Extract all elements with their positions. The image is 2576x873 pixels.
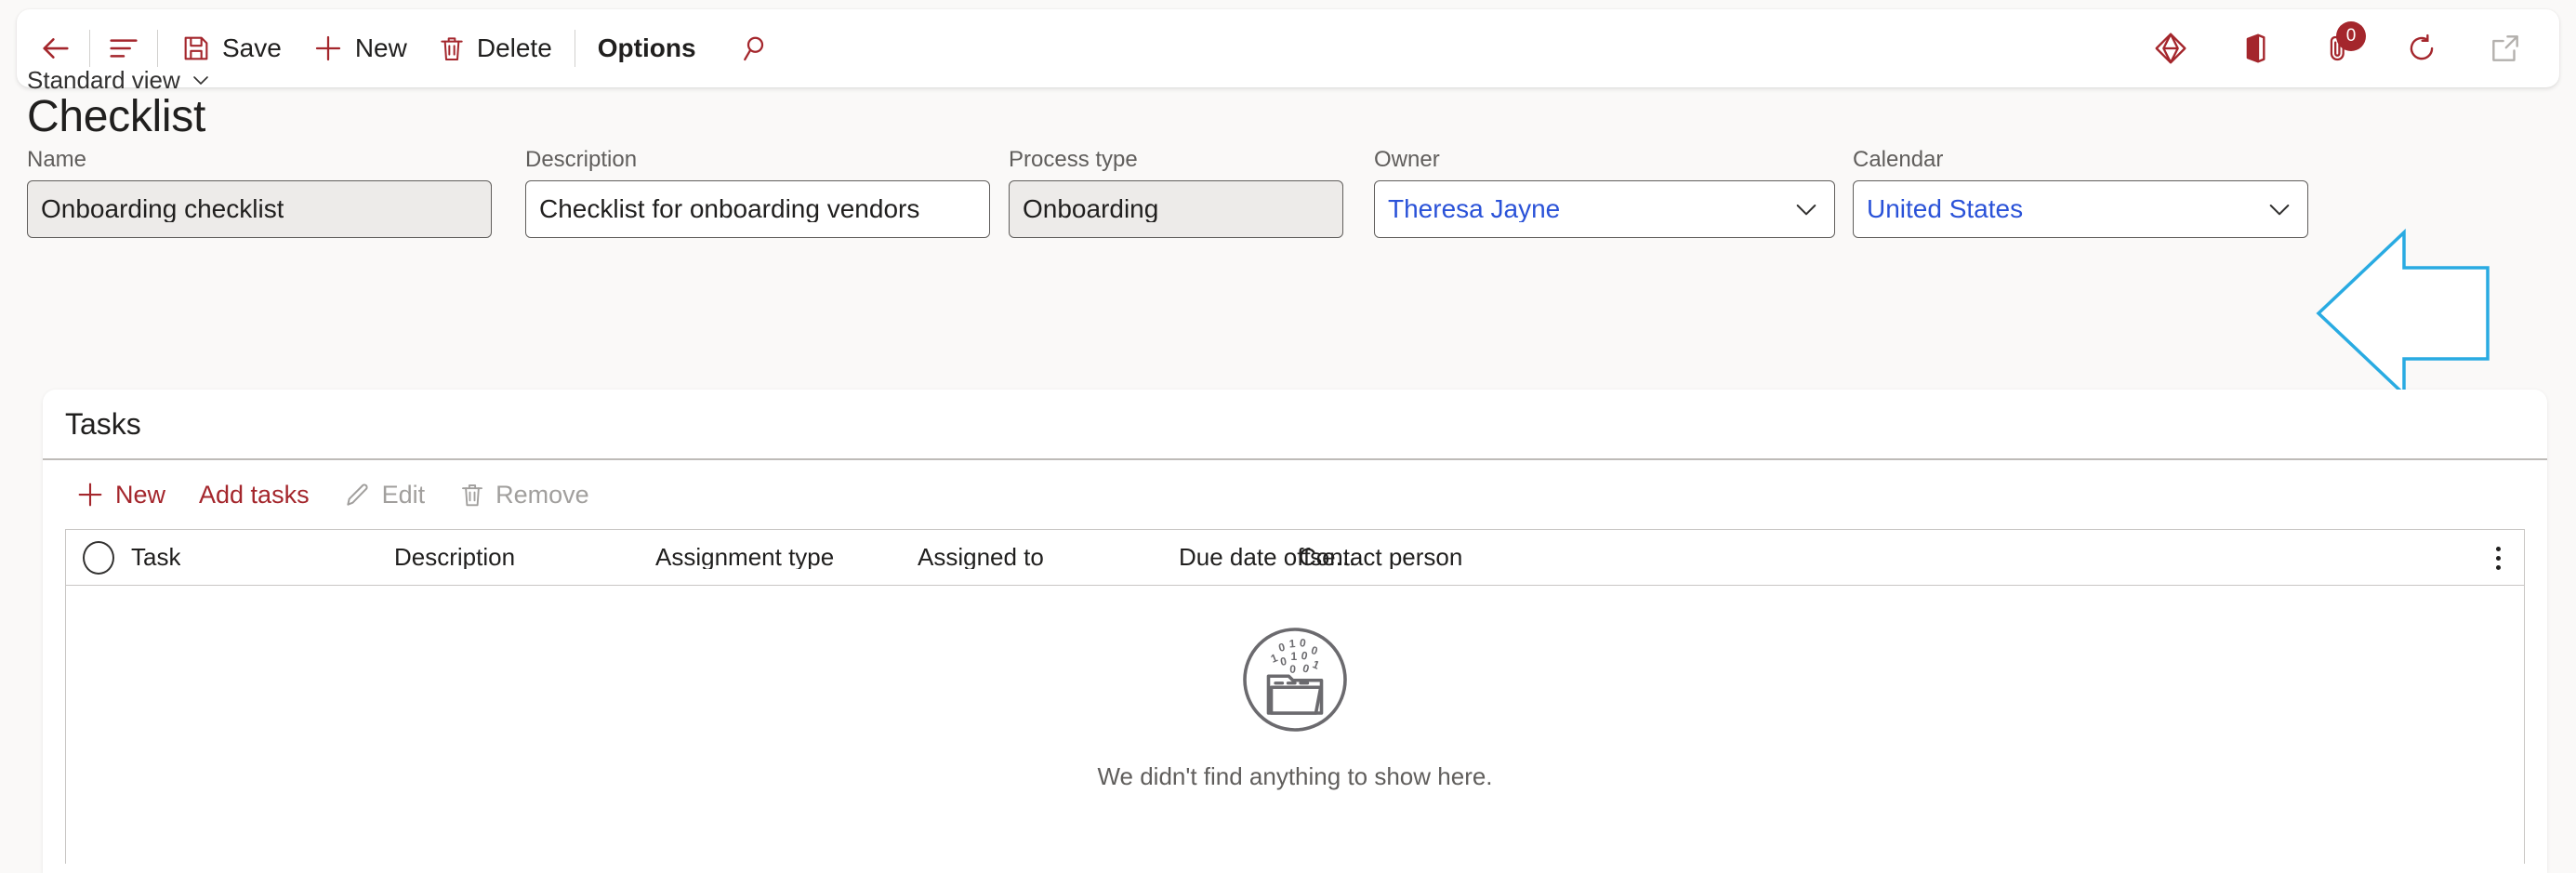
column-header-assigned-to[interactable]: Assigned to — [918, 545, 1044, 569]
open-in-new-window-icon[interactable] — [2479, 22, 2531, 74]
search-glyph — [743, 36, 763, 61]
chevron-down-icon[interactable] — [1782, 194, 1821, 224]
options-button[interactable]: Options — [583, 20, 711, 76]
command-bar: Save New Delete Options 0 — [17, 9, 2559, 87]
toolbar-divider-1 — [89, 30, 90, 67]
field-row: Name Onboarding checklist Description Ch… — [0, 149, 2576, 238]
owner-dropdown-value: Theresa Jayne — [1388, 196, 1561, 222]
calendar-dropdown-value: United States — [1867, 196, 2024, 222]
tasks-add-tasks-button-label: Add tasks — [199, 480, 310, 509]
office-app-launcher-icon[interactable] — [2228, 22, 2280, 74]
svg-text:1: 1 — [1291, 650, 1298, 663]
trash-icon — [437, 33, 467, 63]
empty-folder-binary-icon: 1 0 1 0 0 0 1 0 0 0 1 — [1225, 610, 1365, 749]
tasks-grid-empty-message: We didn't find anything to show here. — [1097, 762, 1493, 790]
more-options-icon[interactable] — [2485, 541, 2511, 575]
select-all-circle[interactable] — [83, 541, 114, 575]
svg-text:0: 0 — [1301, 661, 1312, 675]
back-arrow-glyph — [43, 38, 69, 59]
description-input-value: Checklist for onboarding vendors — [539, 196, 920, 222]
tasks-grid: Task Description Assignment type Assigne… — [65, 529, 2525, 864]
tasks-edit-button: Edit — [328, 469, 441, 521]
svg-text:0: 0 — [1289, 663, 1297, 676]
field-owner-label: Owner — [1374, 147, 1440, 172]
left-pointing-arrow-annotation — [2315, 216, 2538, 411]
name-input[interactable]: Onboarding checklist — [27, 180, 492, 238]
field-owner: Owner Theresa Jayne — [1374, 149, 1835, 238]
chevron-down-icon[interactable] — [2255, 194, 2294, 224]
dynamics-diamond-icon[interactable] — [2145, 22, 2197, 74]
owner-dropdown[interactable]: Theresa Jayne — [1374, 180, 1835, 238]
plus-icon — [311, 32, 345, 65]
svg-text:1: 1 — [1288, 637, 1296, 650]
more-options-dot — [2495, 564, 2501, 570]
delete-button-label: Delete — [476, 33, 552, 62]
refresh-glyph — [2410, 33, 2434, 60]
delete-button[interactable]: Delete — [422, 20, 567, 76]
command-bar-right-group: 0 — [2145, 9, 2539, 87]
tasks-panel: Tasks New Add tasks Edit Remove Task Des… — [43, 390, 2547, 873]
save-icon — [180, 33, 212, 64]
office-app-launcher-glyph — [2246, 33, 2266, 63]
tasks-toolbar: New Add tasks Edit Remove — [43, 460, 2547, 529]
description-input[interactable]: Checklist for onboarding vendors — [525, 180, 990, 238]
new-button[interactable]: New — [297, 20, 422, 76]
pencil-icon — [343, 480, 373, 509]
tasks-remove-button-label: Remove — [495, 480, 589, 509]
new-button-label: New — [354, 33, 407, 62]
more-options-dot — [2495, 555, 2501, 561]
trash-icon — [458, 481, 486, 509]
page-title: Checklist — [27, 92, 206, 141]
empty-folder-binary-glyph: 1 0 1 0 0 0 1 0 0 0 1 — [1243, 628, 1347, 732]
view-selector-label: Standard view — [27, 66, 180, 94]
tasks-new-button[interactable]: New — [59, 469, 180, 521]
field-calendar: Calendar United States — [1853, 149, 2308, 238]
left-pointing-arrow-glyph — [2316, 228, 2490, 399]
search-icon[interactable] — [728, 22, 780, 74]
open-in-new-window-glyph — [2492, 35, 2518, 61]
field-calendar-label: Calendar — [1853, 147, 1944, 172]
name-input-value: Onboarding checklist — [41, 196, 284, 222]
process-type-input[interactable]: Onboarding — [1009, 180, 1343, 238]
options-button-label: Options — [597, 33, 696, 62]
process-type-input-value: Onboarding — [1023, 196, 1159, 222]
field-name: Name Onboarding checklist — [27, 149, 492, 238]
field-description: Description Checklist for onboarding ven… — [525, 149, 990, 238]
refresh-icon[interactable] — [2396, 22, 2448, 74]
chevron-down-icon — [190, 69, 212, 91]
svg-text:1: 1 — [1269, 651, 1280, 666]
more-options-dot — [2495, 546, 2501, 551]
field-process-type-label: Process type — [1009, 147, 1138, 172]
column-header-assignment-type[interactable]: Assignment type — [655, 545, 834, 569]
tasks-new-button-label: New — [115, 480, 166, 509]
calendar-dropdown[interactable]: United States — [1853, 180, 2308, 238]
svg-text:1: 1 — [1311, 657, 1322, 672]
toolbar-divider-2 — [157, 30, 158, 67]
column-header-description[interactable]: Description — [394, 545, 515, 569]
save-button-label: Save — [222, 33, 282, 62]
tasks-panel-header: Tasks — [43, 390, 2547, 460]
dynamics-diamond-glyph — [2155, 33, 2186, 64]
svg-text:0: 0 — [1279, 655, 1288, 668]
svg-text:0: 0 — [1310, 643, 1320, 657]
tasks-grid-header-row: Task Description Assignment type Assigne… — [66, 530, 2524, 586]
field-process-type: Process type Onboarding — [1009, 149, 1343, 238]
svg-text:0: 0 — [1299, 636, 1307, 650]
tasks-grid-empty-state: 1 0 1 0 0 0 1 0 0 0 1 We didn't find any… — [66, 586, 2524, 864]
field-name-label: Name — [27, 147, 87, 172]
tasks-edit-button-label: Edit — [381, 480, 426, 509]
plus-icon — [74, 479, 106, 510]
attachment-icon[interactable]: 0 — [2312, 21, 2366, 74]
column-header-task[interactable]: Task — [131, 545, 180, 569]
tasks-remove-button: Remove — [443, 469, 604, 521]
field-description-label: Description — [525, 147, 638, 172]
hamburger-glyph — [110, 39, 138, 58]
tasks-panel-title: Tasks — [65, 407, 141, 441]
column-header-contact-person[interactable]: Contact person — [1299, 545, 1462, 569]
attachment-count-badge: 0 — [2336, 21, 2366, 51]
svg-text:0: 0 — [1277, 641, 1287, 655]
tasks-add-tasks-button[interactable]: Add tasks — [184, 469, 324, 521]
